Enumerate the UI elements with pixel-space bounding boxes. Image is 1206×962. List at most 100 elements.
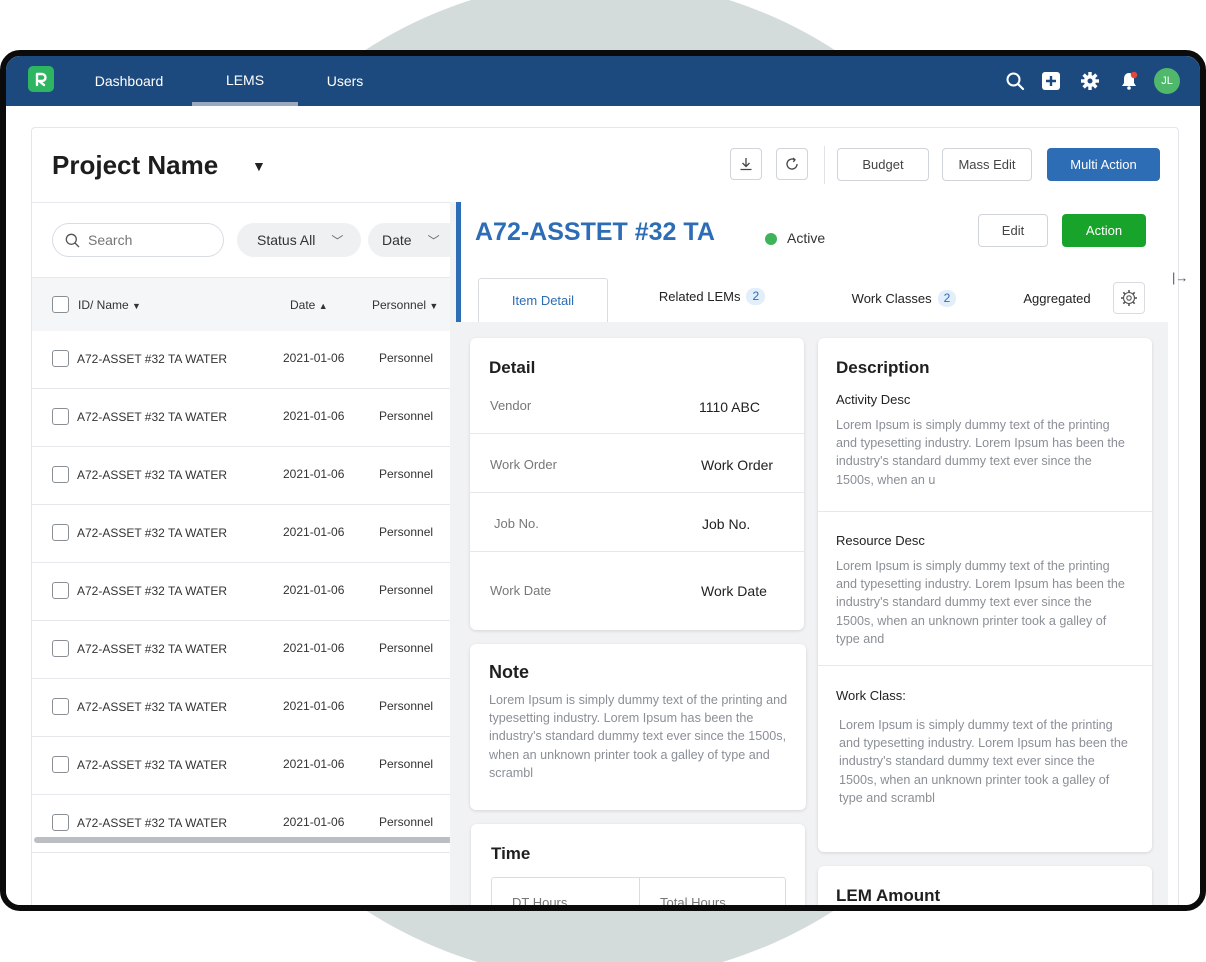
note-card-title: Note [489, 662, 529, 682]
mass-edit-button[interactable]: Mass Edit [942, 148, 1032, 181]
chevron-down-icon: ﹀ [427, 233, 440, 248]
tab-settings-button[interactable] [1113, 282, 1145, 314]
row-date: 2021-01-06 [283, 467, 345, 481]
table-row[interactable]: A72-ASSET #32 TA WATER 2021-01-06 Personne… [32, 737, 452, 795]
detail-header: A72-ASSTET #32 TA Active Edit Action Ite… [456, 202, 1168, 322]
resource-desc-text: Lorem Ipsum is simply dummy text of the … [836, 559, 1125, 646]
row-name: A72-ASSET #32 TA WATER [77, 816, 228, 830]
resource-desc-label: Resource Desc [836, 533, 925, 548]
stage: Dashboard LEMS Users JL Project Name ▼ B… [0, 0, 1206, 962]
row-date: 2021-01-06 [283, 351, 345, 365]
tab-work-classes[interactable]: Work Classes 2 [841, 278, 967, 318]
refresh-button[interactable] [776, 148, 808, 180]
select-all-checkbox[interactable] [52, 296, 69, 313]
tab-item-detail[interactable]: Item Detail [478, 278, 608, 322]
row-checkbox[interactable] [52, 756, 69, 773]
row-checkbox[interactable] [52, 524, 69, 541]
table-row[interactable]: A72-ASSET #32 TA WATER 2021-01-06 Personne… [32, 563, 452, 621]
time-card-title: Time [491, 844, 531, 863]
job-no-label: Job No. [494, 516, 539, 531]
tab-item-detail-label: Item Detail [511, 293, 575, 308]
search-icon [65, 233, 80, 247]
search-box[interactable] [52, 223, 224, 257]
refresh-icon [786, 157, 798, 170]
tab-work-classes-label: Work Classes [851, 290, 932, 306]
vendor-label: Vendor [490, 398, 532, 413]
work-order-label: Work Order [490, 457, 557, 472]
gear-icon [1121, 290, 1137, 306]
chevron-down-icon: ﹀ [331, 233, 344, 248]
vendor-value: 1110 ABC [699, 399, 760, 415]
row-personnel: Personnel [379, 409, 434, 423]
column-header-personnel[interactable]: Personnel ▼ [372, 278, 438, 332]
table-row[interactable]: A72-ASSET #32 TA WATER 2021-01-06 Personne… [32, 621, 452, 679]
search-input[interactable] [88, 232, 208, 248]
row-checkbox[interactable] [52, 466, 69, 483]
sort-down-icon: ▼ [429, 301, 439, 311]
nav-dashboard[interactable]: Dashboard [88, 56, 170, 106]
table-row[interactable]: A72-ASSET #32 TA WATER 2021-01-06 Personne… [32, 447, 452, 505]
row-date: 2021-01-06 [283, 699, 345, 713]
detail-pane: A72-ASSTET #32 TA Active Edit Action Ite… [456, 202, 1168, 905]
row-checkbox[interactable] [52, 582, 69, 599]
row-checkbox[interactable] [52, 814, 69, 831]
search-icon[interactable] [1004, 70, 1026, 92]
tab-related-lems-label: Related LEMs [658, 288, 741, 304]
field-divider [470, 492, 804, 493]
action-button[interactable]: Action [1062, 214, 1146, 247]
header-separator [32, 202, 452, 203]
row-checkbox[interactable] [52, 408, 69, 425]
tab-related-lems[interactable]: Related LEMs 2 [647, 278, 777, 314]
status-filter-label: Status All [257, 232, 316, 248]
table-row[interactable]: A72-ASSET #32 TA WATER 2021-01-06 Personne… [32, 331, 452, 389]
add-icon[interactable] [1040, 70, 1062, 92]
download-button[interactable] [730, 148, 762, 180]
tab-aggregated[interactable]: Aggregated [1017, 278, 1097, 318]
sort-up-icon: ▲ [318, 301, 328, 311]
detail-card-title: Detail [489, 358, 536, 377]
nav-lems[interactable]: LEMS [192, 56, 298, 106]
project-title: Project Name [52, 150, 219, 180]
column-header-name[interactable]: ID/ Name ▼ [78, 278, 141, 332]
user-avatar[interactable]: JL [1154, 68, 1180, 94]
work-date-value: Work Date [701, 583, 767, 599]
activity-desc-label: Activity Desc [836, 392, 911, 407]
notification-bell-icon[interactable] [1118, 70, 1140, 92]
row-date: 2021-01-06 [283, 409, 345, 423]
status-filter[interactable]: Status All ﹀ [237, 223, 361, 257]
row-date: 2021-01-06 [283, 815, 345, 829]
column-header-date[interactable]: Date ▲ [290, 278, 328, 332]
tab-aggregated-label: Aggregated [1023, 290, 1091, 306]
table-row[interactable]: A72-ASSET #32 TA WATER 2021-01-06 Personne… [32, 795, 452, 853]
multi-action-button[interactable]: Multi Action [1047, 148, 1160, 181]
lem-amount-card-title: LEM Amount [836, 886, 941, 905]
row-checkbox[interactable] [52, 350, 69, 367]
row-checkbox[interactable] [52, 640, 69, 657]
table-row[interactable]: A72-ASSET #32 TA WATER 2021-01-06 Personne… [32, 679, 452, 737]
project-dropdown-caret-icon[interactable]: ▼ [252, 158, 266, 174]
row-personnel: Personnel [379, 525, 434, 539]
horizontal-scrollbar[interactable] [34, 837, 452, 843]
gear-icon[interactable] [1079, 70, 1101, 92]
row-checkbox[interactable] [52, 698, 69, 715]
table-row[interactable]: A72-ASSET #32 TA WATER 2021-01-06 Personne… [32, 389, 452, 447]
detail-card: Detail Vendor 1110 ABC Work Order Work O… [470, 338, 804, 630]
row-date: 2021-01-06 [283, 641, 345, 655]
note-card: Note Lorem Ipsum is simply dummy text of… [470, 644, 806, 810]
app-logo-icon[interactable] [28, 66, 54, 92]
row-personnel: Personnel [379, 583, 434, 597]
row-name: A72-ASSET #32 TA WATER [77, 700, 228, 714]
download-icon [740, 158, 752, 171]
status-dot-icon [765, 233, 777, 245]
budget-button[interactable]: Budget [837, 148, 929, 181]
header-divider [824, 146, 825, 184]
row-name: A72-ASSET #32 TA WATER [77, 758, 228, 772]
work-classes-count-badge: 2 [937, 289, 957, 307]
table-row[interactable]: A72-ASSET #32 TA WATER 2021-01-06 Personne… [32, 505, 452, 563]
row-date: 2021-01-06 [283, 583, 345, 597]
nav-users[interactable]: Users [324, 56, 366, 106]
collapse-panel-icon[interactable]: |→ [1172, 270, 1188, 285]
edit-button[interactable]: Edit [978, 214, 1048, 247]
time-grid: DT Hours Total Hours [491, 877, 786, 905]
status-badge: Active [787, 230, 826, 246]
